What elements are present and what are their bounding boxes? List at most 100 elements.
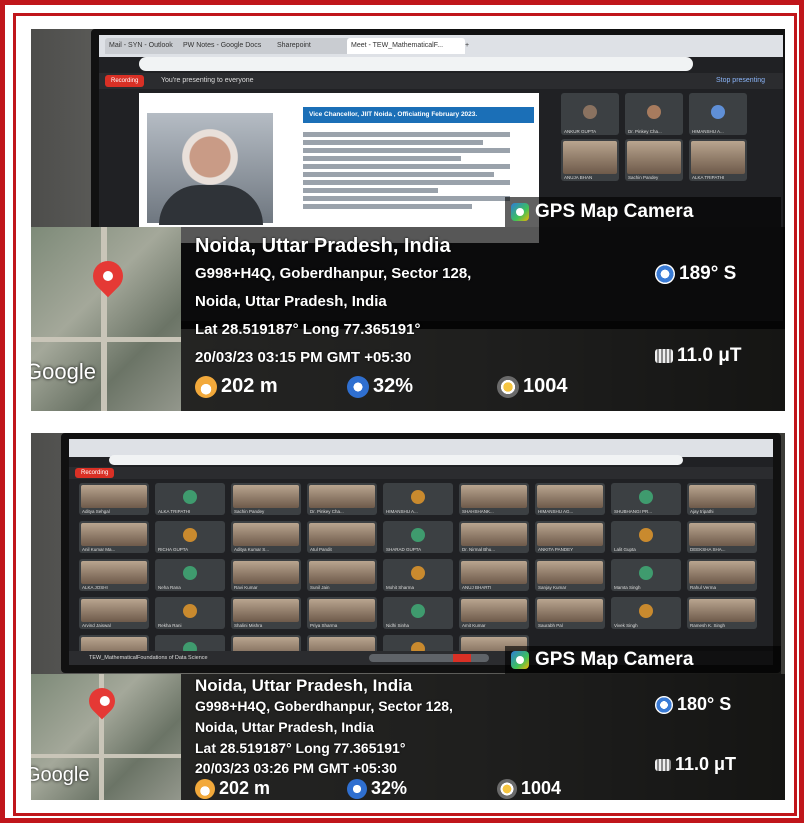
participant-tile[interactable]: Neha Rana: [155, 559, 225, 591]
participant-video: [537, 599, 603, 622]
address-bar[interactable]: [139, 57, 693, 71]
gps-app-title: GPS Map Camera: [535, 649, 694, 670]
magnetic-value: 11.0 μT: [677, 345, 742, 366]
participant-tile[interactable]: Ajay tripathi: [687, 483, 757, 515]
participant-tile[interactable]: Atul Pandit: [307, 521, 377, 553]
participant-video: [461, 523, 527, 546]
monitor: Recording Aditya Sehgal ALKA TRIPATHI Sach…: [61, 433, 781, 673]
participant-tile[interactable]: ANUJA BHAN: [561, 139, 619, 181]
compass-icon: [655, 695, 673, 714]
participant-name: Rahul Verma: [690, 585, 717, 590]
humidity-readout: 32%: [347, 375, 413, 398]
participant-tile[interactable]: Sachin Pandey: [625, 139, 683, 181]
participant-tile[interactable]: ANKITA PANDEY: [535, 521, 605, 553]
participant-tile[interactable]: Mamta Singh: [611, 559, 681, 591]
participant-name: ANKUR GUPTA: [564, 129, 597, 134]
participant-video: [81, 523, 147, 546]
participant-video: [309, 523, 375, 546]
participant-tile[interactable]: Ravi Kumar: [231, 559, 301, 591]
participant-tile[interactable]: ANUJ BHARTI: [459, 559, 529, 591]
participant-tile[interactable]: Amit Kumar: [459, 597, 529, 629]
participant-video: [689, 485, 755, 508]
participant-video: [81, 485, 147, 508]
participant-tile[interactable]: Lalit Gupta: [611, 521, 681, 553]
participant-name: Sunil Jain: [310, 585, 330, 590]
participant-tile[interactable]: Rahul Verma: [687, 559, 757, 591]
browser-tab[interactable]: Mail - SYN - Outlook: [105, 38, 183, 54]
monitor-screen: Recording Aditya Sehgal ALKA TRIPATHI Sach…: [69, 439, 773, 665]
participant-tile[interactable]: Aditya Sehgal: [79, 483, 149, 515]
meeting-title: TEW_MathematicalFoundations of Data Scie…: [89, 655, 208, 661]
altitude-readout: 202 m: [195, 375, 278, 398]
participant-tile[interactable]: ALKA JOSHI: [79, 559, 149, 591]
participant-tile[interactable]: Nidhi Sinha: [383, 597, 453, 629]
participant-name: Ramesh K. Singh: [690, 623, 726, 628]
participant-tile[interactable]: Anil Kumar Ma...: [79, 521, 149, 553]
participant-video: [537, 561, 603, 584]
participant-tile[interactable]: Rekha Rani: [155, 597, 225, 629]
address-bar[interactable]: [109, 455, 683, 465]
participant-video: [537, 485, 603, 508]
call-controls[interactable]: [369, 654, 489, 662]
timestamp: 20/03/23 03:26 PM GMT +05:30: [195, 760, 397, 776]
participant-tile[interactable]: Mohit Sharma: [383, 559, 453, 591]
humidity-readout: 32%: [347, 778, 407, 799]
humidity-value: 32%: [373, 375, 414, 397]
participant-tile[interactable]: Aditya Kumar S...: [231, 521, 301, 553]
participant-tile[interactable]: Shalini Mishra: [231, 597, 301, 629]
participant-video: [233, 523, 299, 546]
participant-video: [689, 523, 755, 546]
heading-value: 189° S: [679, 263, 737, 284]
participant-name: DEEKSHA SHA...: [690, 547, 726, 552]
participant-video: [461, 485, 527, 508]
new-tab-button[interactable]: +: [461, 38, 479, 54]
browser-tab-active[interactable]: Meet - TEW_MathematicalF...: [347, 38, 465, 54]
participant-video: [461, 561, 527, 584]
heading-readout: 180° S: [655, 694, 731, 715]
browser-tab[interactable]: Sharepoint: [273, 38, 351, 54]
participant-tile[interactable]: DEEKSHA SHA...: [687, 521, 757, 553]
participant-tile[interactable]: SHAHSHANK...: [459, 483, 529, 515]
participant-tile[interactable]: Dr. Nirmal Bhu...: [459, 521, 529, 553]
participant-tile[interactable]: Priya Sharma: [307, 597, 377, 629]
participant-tile[interactable]: Ramesh K. Singh: [687, 597, 757, 629]
humidity-value: 32%: [371, 778, 408, 798]
participant-tile[interactable]: HIMANSHU A...: [689, 93, 747, 135]
participant-name: SHUBHANGI PR...: [614, 509, 653, 514]
browser-tab[interactable]: PW Notes - Google Docs: [179, 38, 277, 54]
participant-tile[interactable]: ANKUR GUPTA: [561, 93, 619, 135]
participant-tile[interactable]: Vivek Singh: [611, 597, 681, 629]
avatar: [639, 490, 653, 505]
participant-tile[interactable]: Sunil Jain: [307, 559, 377, 591]
participant-tile[interactable]: Dr. Pinkey Cha...: [625, 93, 683, 135]
stop-presenting-button[interactable]: Stop presenting: [716, 73, 765, 89]
participant-name: Amit Kumar: [462, 623, 486, 628]
participant-tile[interactable]: ALKA TRIPATHI: [689, 139, 747, 181]
participant-name: ALKA TRIPATHI: [692, 175, 725, 180]
participant-name: Priya Sharma: [310, 623, 338, 628]
participant-name: Shalini Mishra: [234, 623, 263, 628]
recording-badge: Recording: [105, 75, 145, 87]
participant-name: Mohit Sharma: [386, 585, 415, 590]
participant-tile[interactable]: HIMANSHU AG...: [535, 483, 605, 515]
participant-tile[interactable]: ALKA TRIPATHI: [155, 483, 225, 515]
participant-name: Saurabh Pal: [538, 623, 563, 628]
altitude-icon: [195, 778, 215, 799]
participant-name: Aditya Sehgal: [82, 509, 110, 514]
participant-tile[interactable]: Saurabh Pal: [535, 597, 605, 629]
pressure-readout: 1004: [497, 375, 568, 398]
participant-tile[interactable]: SHARAD GUPTA: [383, 521, 453, 553]
pressure-gauge-icon: [497, 375, 519, 398]
magnetic-value: 11.0 μT: [675, 754, 737, 774]
participant-video: [309, 599, 375, 622]
participant-tile[interactable]: RICHA GUPTA: [155, 521, 225, 553]
participant-tile[interactable]: Arvind Jaiswal: [79, 597, 149, 629]
participant-tile[interactable]: Sanjay Kumar: [535, 559, 605, 591]
avatar: [411, 490, 425, 505]
participant-tile[interactable]: HIMANSHU A...: [383, 483, 453, 515]
participant-tile[interactable]: Dr. Pinkey Cha...: [307, 483, 377, 515]
participant-tile[interactable]: SHUBHANGI PR...: [611, 483, 681, 515]
avatar: [411, 566, 425, 581]
participant-name: ALKA JOSHI: [82, 585, 108, 590]
participant-tile[interactable]: Sachin Pandey: [231, 483, 301, 515]
